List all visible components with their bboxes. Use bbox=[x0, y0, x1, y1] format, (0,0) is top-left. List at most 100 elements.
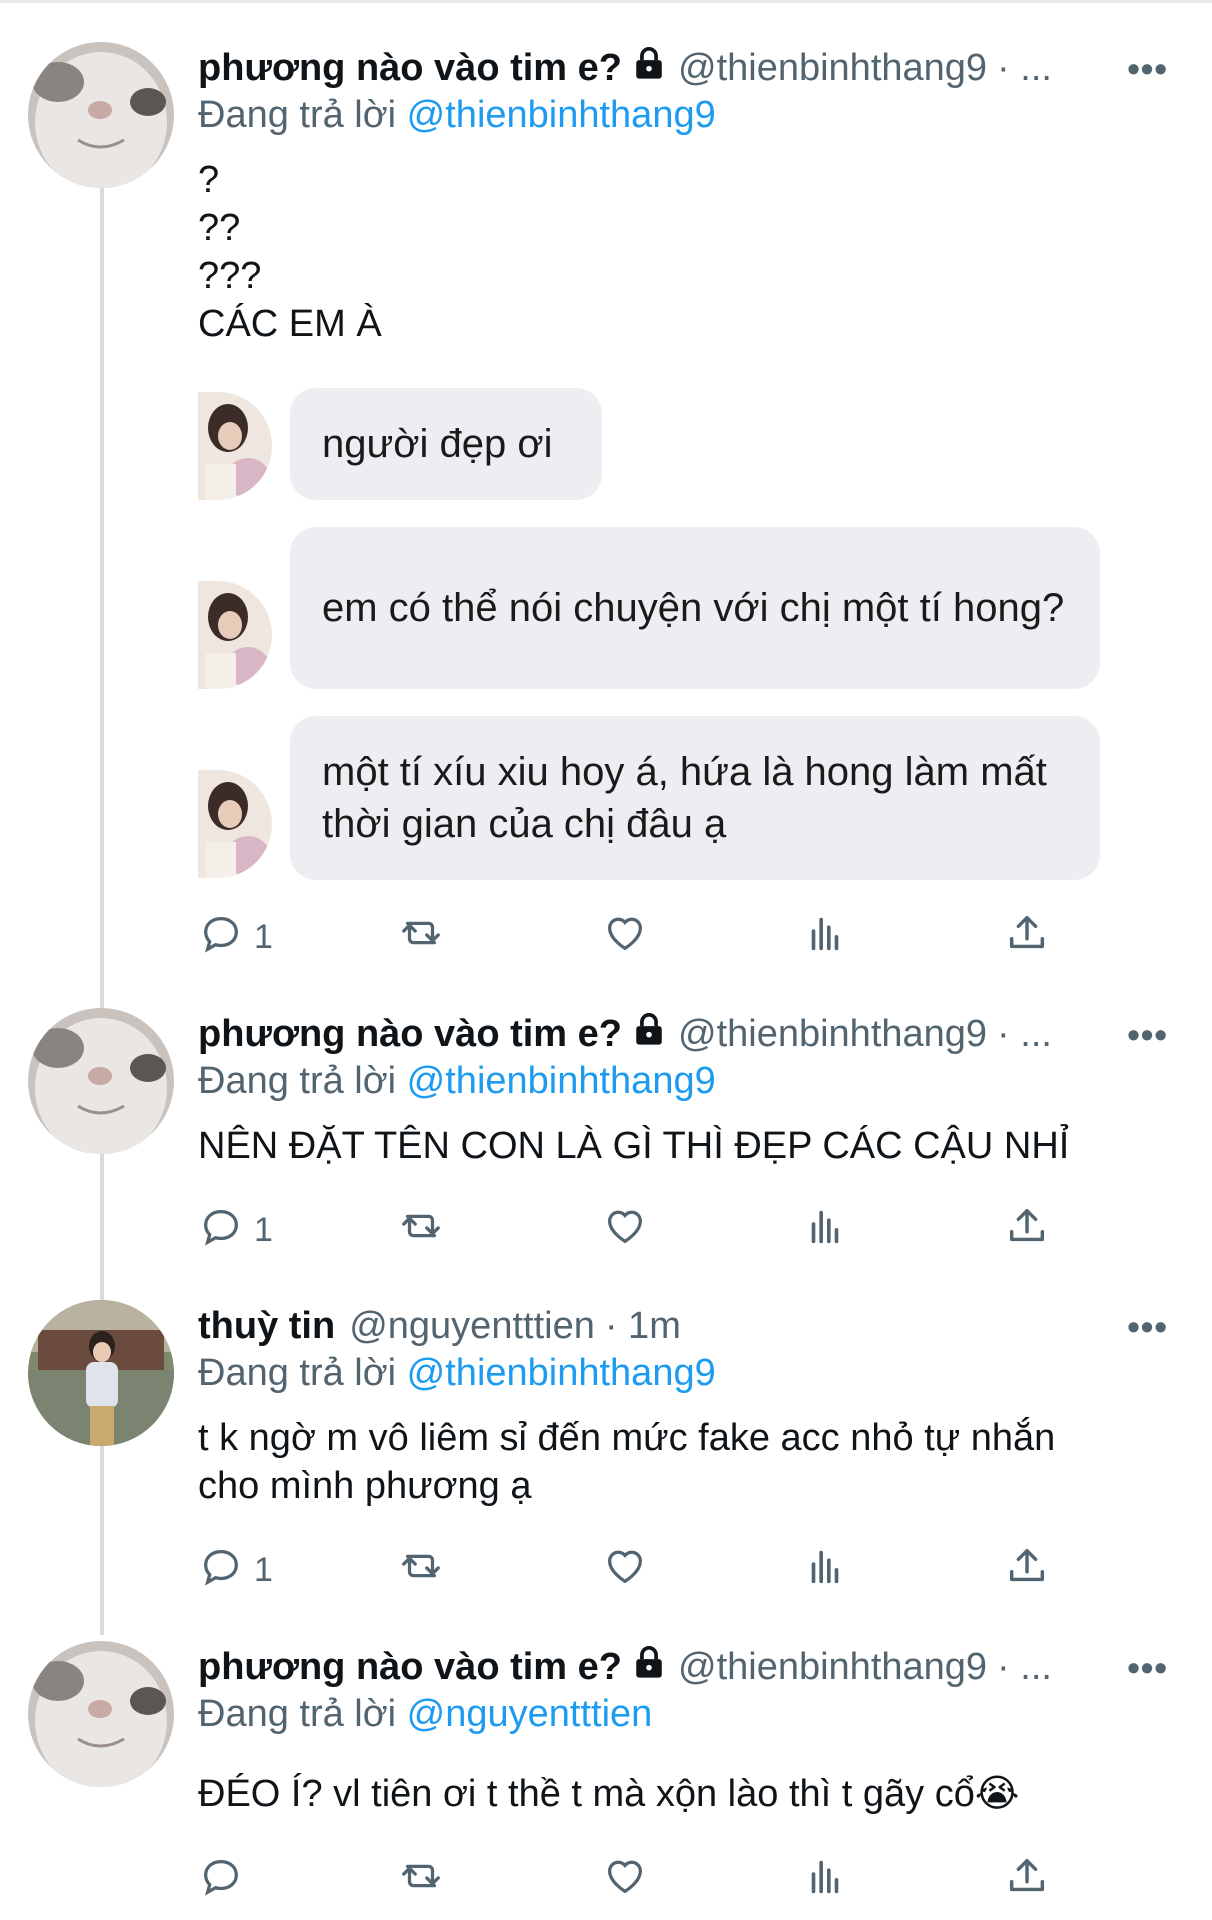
more-icon[interactable]: ••• bbox=[1127, 1306, 1168, 1348]
share-button[interactable] bbox=[1004, 1855, 1050, 1905]
reply-count: 1 bbox=[254, 917, 273, 956]
share-icon bbox=[1004, 1203, 1050, 1258]
tweet-actions: 1 bbox=[198, 912, 1078, 962]
message-bubble: một tí xíu xiu hoy á, hứa là hong làm mấ… bbox=[290, 716, 1100, 880]
replying-to: Đang trả lời @thienbinhthang9 bbox=[198, 94, 716, 137]
views-icon bbox=[802, 1853, 848, 1908]
tweet-actions: 1 bbox=[198, 1205, 1078, 1255]
tweet-text-line: NÊN ĐẶT TÊN CON LÀ GÌ THÌ ĐẸP CÁC CẬU NH… bbox=[198, 1125, 1070, 1167]
display-name[interactable]: phương nào vào tim e? bbox=[198, 1013, 622, 1056]
avatar[interactable] bbox=[28, 1008, 174, 1154]
message-bubble: em có thể nói chuyện với chị một tí hong… bbox=[290, 527, 1100, 689]
dm-avatar bbox=[198, 581, 272, 689]
views-button[interactable] bbox=[802, 912, 848, 962]
replying-to: Đang trả lời @nguyentttien bbox=[198, 1693, 652, 1736]
tweet-text-line: ??? bbox=[198, 255, 262, 297]
reply-mention-link[interactable]: @nguyentttien bbox=[407, 1693, 653, 1735]
dm-message: người đẹp ơi bbox=[198, 388, 1108, 500]
retweet-button[interactable] bbox=[398, 1205, 444, 1255]
views-icon bbox=[802, 1543, 848, 1598]
tweet-header: phương nào vào tim e? @thienbinhthang9 ·… bbox=[198, 1642, 1062, 1692]
reply-button[interactable]: 1 bbox=[198, 1205, 273, 1255]
reply-count: 1 bbox=[254, 1210, 273, 1249]
like-icon bbox=[602, 1853, 648, 1908]
views-icon bbox=[802, 1203, 848, 1258]
like-button[interactable] bbox=[602, 1855, 648, 1905]
reply-button[interactable]: 1 bbox=[198, 1545, 273, 1595]
retweet-button[interactable] bbox=[398, 1855, 444, 1905]
reply-mention-link[interactable]: @thienbinhthang9 bbox=[407, 94, 716, 136]
retweet-icon bbox=[398, 1203, 444, 1258]
reply-mention-link[interactable]: @thienbinhthang9 bbox=[407, 1352, 716, 1394]
like-button[interactable] bbox=[602, 1545, 648, 1595]
share-icon bbox=[1004, 910, 1050, 965]
more-icon[interactable]: ••• bbox=[1127, 1014, 1168, 1056]
reply-prefix: Đang trả lời bbox=[198, 1060, 397, 1102]
user-handle[interactable]: @nguyentttien bbox=[349, 1305, 595, 1348]
views-button[interactable] bbox=[802, 1205, 848, 1255]
user-handle[interactable]: @thienbinhthang9 bbox=[678, 1646, 987, 1689]
share-button[interactable] bbox=[1004, 1205, 1050, 1255]
user-handle[interactable]: @thienbinhthang9 bbox=[678, 47, 987, 90]
dm-avatar bbox=[198, 392, 272, 500]
views-button[interactable] bbox=[802, 1855, 848, 1905]
tweet-meta: · ... bbox=[997, 1012, 1052, 1055]
tweet-actions bbox=[198, 1855, 1078, 1905]
avatar[interactable] bbox=[28, 42, 174, 188]
tweet-text: ĐÉO Í? vl tiên ơi t thề t mà xộn lào thì… bbox=[198, 1770, 1019, 1818]
display-name[interactable]: thuỳ tin bbox=[198, 1305, 335, 1348]
reply-icon bbox=[198, 1853, 244, 1908]
tweet-header: phương nào vào tim e? @thienbinhthang9 ·… bbox=[198, 1009, 1062, 1059]
retweet-button[interactable] bbox=[398, 1545, 444, 1595]
tweet-timestamp[interactable]: · 1m bbox=[605, 1305, 681, 1348]
more-icon[interactable]: ••• bbox=[1127, 48, 1168, 90]
tweet-actions: 1 bbox=[198, 1545, 1078, 1595]
replying-to: Đang trả lời @thienbinhthang9 bbox=[198, 1060, 716, 1103]
tweet-text: t k ngờ m vô liêm sỉ đến mức fake acc nh… bbox=[198, 1414, 1055, 1510]
reply-icon bbox=[198, 1203, 244, 1258]
display-name[interactable]: phương nào vào tim e? bbox=[198, 47, 622, 90]
like-icon bbox=[602, 910, 648, 965]
tweet-text-line: ? bbox=[198, 159, 220, 201]
reply-button[interactable] bbox=[198, 1855, 254, 1905]
like-button[interactable] bbox=[602, 1205, 648, 1255]
share-button[interactable] bbox=[1004, 1545, 1050, 1595]
like-button[interactable] bbox=[602, 912, 648, 962]
lock-icon bbox=[632, 1645, 666, 1689]
retweet-icon bbox=[398, 1853, 444, 1908]
dm-message: em có thể nói chuyện với chị một tí hong… bbox=[198, 527, 1108, 689]
views-button[interactable] bbox=[802, 1545, 848, 1595]
tweet-text-line: cho mình phương ạ bbox=[198, 1465, 532, 1507]
top-divider bbox=[0, 0, 1212, 3]
dm-message: một tí xíu xiu hoy á, hứa là hong làm mấ… bbox=[198, 716, 1108, 880]
retweet-icon bbox=[398, 910, 444, 965]
share-icon bbox=[1004, 1543, 1050, 1598]
more-icon[interactable]: ••• bbox=[1127, 1647, 1168, 1689]
views-icon bbox=[802, 910, 848, 965]
reply-prefix: Đang trả lời bbox=[198, 1352, 397, 1394]
lock-icon bbox=[632, 1012, 666, 1056]
avatar[interactable] bbox=[28, 1641, 174, 1787]
retweet-icon bbox=[398, 1543, 444, 1598]
tweet-text-line: ?? bbox=[198, 207, 241, 249]
replying-to: Đang trả lời @thienbinhthang9 bbox=[198, 1352, 716, 1395]
avatar[interactable] bbox=[28, 1300, 174, 1446]
tweet-header: phương nào vào tim e? @thienbinhthang9 ·… bbox=[198, 43, 1062, 93]
retweet-button[interactable] bbox=[398, 912, 444, 962]
tweet-meta: · ... bbox=[997, 46, 1052, 89]
like-icon bbox=[602, 1543, 648, 1598]
reply-mention-link[interactable]: @thienbinhthang9 bbox=[407, 1060, 716, 1102]
tweet-text-line: t k ngờ m vô liêm sỉ đến mức fake acc nh… bbox=[198, 1417, 1056, 1459]
tweet-text-line: CÁC EM À bbox=[198, 303, 382, 345]
message-bubble: người đẹp ơi bbox=[290, 388, 602, 500]
share-button[interactable] bbox=[1004, 912, 1050, 962]
display-name[interactable]: phương nào vào tim e? bbox=[198, 1646, 622, 1689]
tweet-meta: · ... bbox=[997, 1645, 1052, 1688]
tweet-header: thuỳ tin @nguyentttien · 1m bbox=[198, 1301, 691, 1351]
lock-icon bbox=[632, 46, 666, 90]
dm-avatar bbox=[198, 770, 272, 878]
reply-button[interactable]: 1 bbox=[198, 912, 273, 962]
reply-count: 1 bbox=[254, 1550, 273, 1589]
reply-icon bbox=[198, 910, 244, 965]
user-handle[interactable]: @thienbinhthang9 bbox=[678, 1013, 987, 1056]
